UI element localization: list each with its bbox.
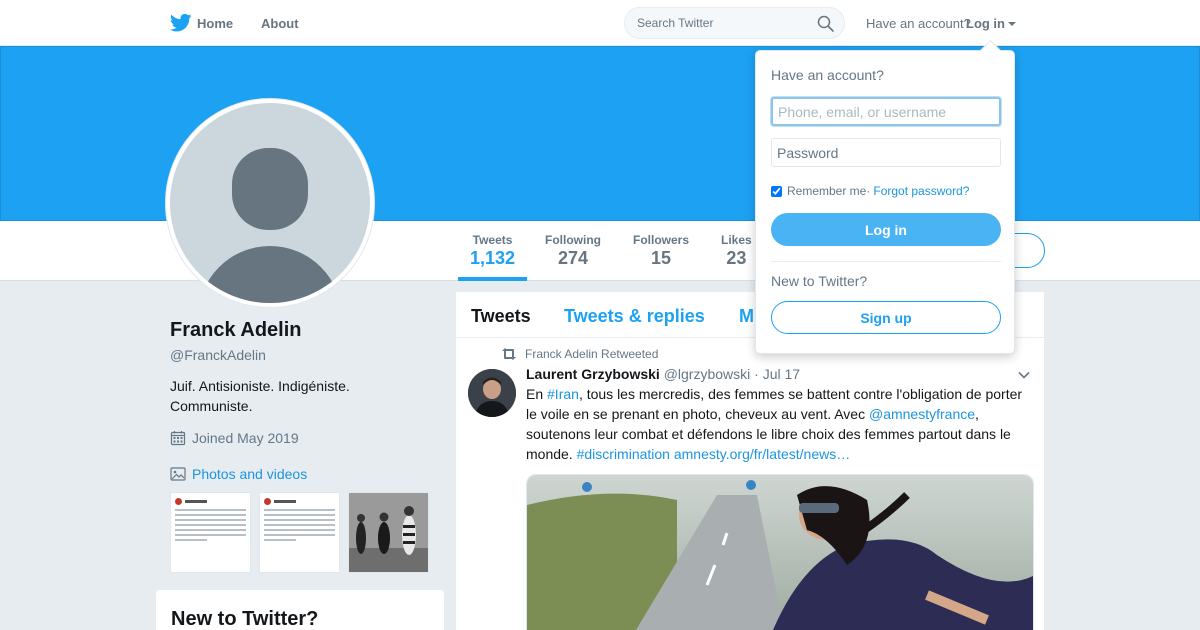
photos-videos-link[interactable]: Photos and videos [170,466,307,482]
stat-value: 274 [557,248,589,268]
tweet-author-name[interactable]: Laurent Grzybowski [526,366,660,382]
tweet-author-avatar[interactable] [468,369,516,417]
remember-me-label[interactable]: Remember me [787,184,866,198]
retweet-icon [502,348,516,360]
hashtag-link[interactable]: #discrimination [577,446,670,462]
profile-avatar[interactable] [165,98,375,308]
login-button[interactable]: Log in [771,213,1001,246]
nav-about-link[interactable]: About [261,16,299,31]
have-account-text: Have an account? [866,16,971,31]
url-link[interactable]: amnesty.org/fr/latest/news… [674,446,850,462]
tweet-media-image[interactable] [526,474,1034,630]
stat-tweets[interactable]: Tweets 1,132 [457,233,528,281]
tab-media[interactable]: M [739,306,754,327]
media-thumbnail[interactable] [170,492,251,573]
tab-tweets-replies[interactable]: Tweets & replies [564,306,705,327]
tab-tweets[interactable]: Tweets [471,306,531,327]
password-field[interactable] [771,138,1001,167]
calendar-icon [170,431,186,446]
username-field[interactable] [771,97,1001,126]
caret-down-icon [1008,22,1016,26]
separator-dot: · [866,184,871,198]
mention-link[interactable]: @amnestyfrance [869,406,975,422]
dropdown-divider [771,261,1001,262]
photo-icon [170,467,186,481]
new-to-twitter-title: New to Twitter? [171,608,319,630]
retweet-context: Franck Adelin Retweeted [501,347,658,361]
top-navigation: Home About Have an account? Log in [0,0,1200,46]
signup-button[interactable]: Sign up [771,301,1001,334]
media-thumbnail[interactable] [348,492,429,573]
login-toggle-label: Log in [966,16,1005,31]
twitter-bird-icon [170,13,192,32]
tweet-text: En #Iran, tous les mercredis, des femmes… [526,384,1031,464]
stat-label: Likes [721,233,752,247]
tweet-text-part: En [526,386,548,402]
chevron-down-icon[interactable] [1018,371,1030,379]
tweet-date-separator: · [754,366,759,382]
stat-likes[interactable]: Likes 23 [721,233,752,269]
nav-home-label: Home [197,15,234,31]
stat-following[interactable]: Following 274 [545,233,601,269]
login-dropdown-toggle[interactable]: Log in [966,16,1016,31]
stat-label: Following [545,233,601,247]
hashtag-link[interactable]: #Iran [547,386,579,402]
dropdown-title: Have an account? [771,67,884,83]
stat-label: Tweets [472,233,513,247]
stat-followers[interactable]: Followers 15 [633,233,689,269]
profile-bio: Juif. Antisioniste. Indigéniste. Communi… [170,378,350,414]
tweet-header: Laurent Grzybowski @lgrzybowski · Jul 17 [526,366,800,382]
remember-me-checkbox[interactable] [771,185,782,197]
nav-home-link[interactable]: Home [170,13,233,33]
photos-videos-label: Photos and videos [192,466,308,482]
stat-value: 23 [726,248,747,268]
profile-name: Franck Adelin [170,319,302,341]
tweet-date[interactable]: Jul 17 [763,366,800,382]
login-dropdown: Have an account? Remember me · Forgot pa… [755,50,1015,354]
remember-row: Remember me · Forgot password? [771,184,969,198]
stat-value: 1,132 [470,248,516,268]
search-input[interactable] [637,16,807,30]
media-thumbnail[interactable] [259,492,340,573]
default-avatar-icon [170,103,370,303]
new-to-twitter-box: New to Twitter? [156,590,444,630]
profile-handle: @FranckAdelin [170,347,266,363]
new-to-twitter-label: New to Twitter? [771,273,868,289]
profile-joined: Joined May 2019 [170,430,299,446]
stat-label: Followers [633,233,690,247]
retweeted-by: Franck Adelin Retweeted [525,347,659,361]
search-box[interactable] [624,7,845,39]
tweet-author-handle[interactable]: @lgrzybowski [664,366,751,382]
forgot-password-link[interactable]: Forgot password? [873,184,969,198]
joined-text: Joined May 2019 [192,430,299,446]
stat-value: 15 [650,248,672,268]
search-icon[interactable] [817,15,834,32]
